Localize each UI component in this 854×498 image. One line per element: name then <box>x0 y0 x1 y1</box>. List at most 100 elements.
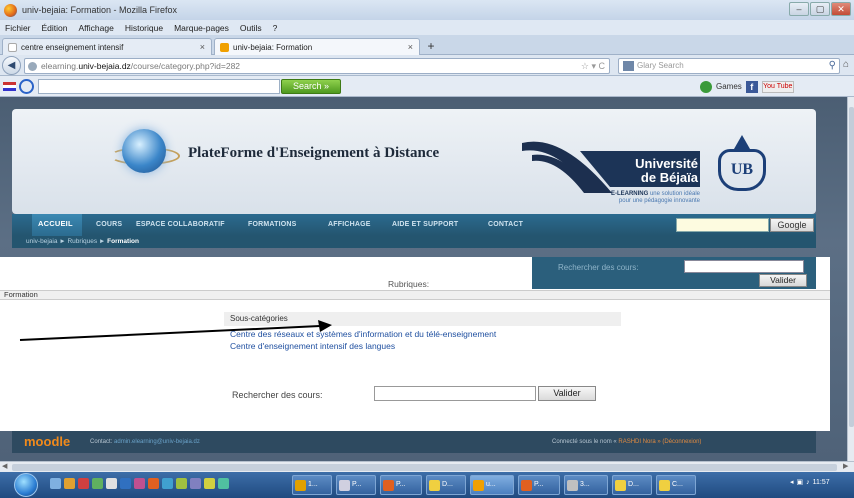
facebook-icon[interactable]: f <box>745 80 758 93</box>
globe-icon <box>122 129 166 173</box>
close-button[interactable]: ✕ <box>831 2 851 16</box>
taskbar-button[interactable]: D... <box>612 475 652 495</box>
tab-close-icon[interactable]: × <box>200 42 205 52</box>
menu-affichage[interactable]: Affichage <box>79 23 114 33</box>
menu-marque-pages[interactable]: Marque-pages <box>174 23 229 33</box>
menu-edition[interactable]: Édition <box>42 23 68 33</box>
quicklaunch-icon[interactable] <box>78 478 89 489</box>
toolbar-search-input[interactable] <box>38 79 280 94</box>
top-course-search: Rechercher des cours: Valider <box>532 257 816 289</box>
url-bar[interactable]: elearning.univ-bejaia.dz/course/category… <box>24 58 610 74</box>
firefox-icon <box>4 3 17 17</box>
games-label[interactable]: Games <box>716 82 742 91</box>
horizontal-scrollbar[interactable]: ◀ ▶ <box>0 461 854 472</box>
scroll-left-icon[interactable]: ◀ <box>2 462 7 470</box>
bookmark-reload-icons[interactable]: ☆ ▾ C <box>581 59 605 73</box>
breadcrumb-rubriques[interactable]: Rubriques <box>67 238 97 245</box>
addon-toolbar: Search » Games f You Tube <box>0 76 854 97</box>
tab-close-icon[interactable]: × <box>408 42 413 52</box>
ub-logo-top <box>734 135 750 149</box>
scroll-right-icon[interactable]: ▶ <box>843 462 848 470</box>
taskbar-button[interactable]: P... <box>380 475 422 495</box>
menu-fichier[interactable]: Fichier <box>5 23 31 33</box>
nav-formations[interactable]: FORMATIONS <box>248 221 297 228</box>
menu-help[interactable]: ? <box>273 23 278 33</box>
new-tab-button[interactable]: + <box>422 39 440 54</box>
url-prefix: elearning. <box>41 61 79 71</box>
platform-title: PlateForme d'Enseignement à Distance <box>188 145 440 161</box>
quicklaunch-icon[interactable] <box>148 478 159 489</box>
tab-centre-enseignement[interactable]: centre enseignement intensif × <box>2 38 212 55</box>
search-icon[interactable]: ⚲ <box>829 59 836 73</box>
taskbar-button[interactable]: C... <box>656 475 696 495</box>
nav-espace-collaboratif[interactable]: ESPACE COLLABORATIF <box>136 221 225 228</box>
quicklaunch-icon[interactable] <box>190 478 201 489</box>
games-icon[interactable] <box>700 80 712 93</box>
scrollbar-thumb[interactable] <box>849 107 854 427</box>
minimize-button[interactable]: – <box>789 2 809 16</box>
breadcrumb-home[interactable]: univ-bejaia <box>26 238 57 245</box>
course-search-button[interactable]: Valider <box>538 386 596 401</box>
taskbar-label: P... <box>534 481 544 488</box>
taskbar-button[interactable]: P... <box>518 475 560 495</box>
tray-arrow-icon[interactable]: ◂ <box>790 478 794 486</box>
nav-aide-et-support[interactable]: AIDE ET SUPPORT <box>392 221 458 228</box>
nav-contact[interactable]: CONTACT <box>488 221 523 228</box>
clock[interactable]: 11:57 <box>813 479 830 486</box>
quicklaunch-icon[interactable] <box>120 478 131 489</box>
moodle-logo[interactable]: moodle <box>24 434 70 449</box>
app-icon <box>339 480 350 491</box>
youtube-icon[interactable]: You Tube <box>761 80 794 93</box>
home-icon[interactable]: ⌂ <box>843 59 849 70</box>
search-box[interactable]: Glary Search ⚲ <box>618 58 840 74</box>
taskbar-button[interactable]: 1... <box>292 475 332 495</box>
menu-outils[interactable]: Outils <box>240 23 262 33</box>
network-icon[interactable]: ▣ <box>797 478 804 486</box>
top-search-input[interactable] <box>684 260 804 273</box>
moodle-favicon-icon <box>220 42 229 52</box>
logout-link[interactable]: » (Déconnexion) <box>656 439 701 445</box>
quicklaunch-icon[interactable] <box>162 478 173 489</box>
menu-historique[interactable]: Historique <box>125 23 163 33</box>
quicklaunch-icon[interactable] <box>64 478 75 489</box>
nav-cours[interactable]: COURS <box>96 221 122 228</box>
quicklaunch-icon[interactable] <box>106 478 117 489</box>
taskbar-button-active[interactable]: u... <box>470 475 514 495</box>
maximize-button[interactable]: ▢ <box>810 2 830 16</box>
quicklaunch-icon[interactable] <box>218 478 229 489</box>
page-footer: moodle Contact: admin.elearning@univ-bej… <box>12 431 816 453</box>
contact-email-link[interactable]: admin.elearning@univ-bejaia.dz <box>114 439 200 445</box>
taskbar-button[interactable]: 3... <box>564 475 608 495</box>
quicklaunch-icon[interactable] <box>176 478 187 489</box>
user-link[interactable]: RASHDI Nora <box>618 439 655 445</box>
start-button[interactable] <box>14 473 38 497</box>
quicklaunch-icon[interactable] <box>50 478 61 489</box>
google-search-button[interactable]: Google <box>770 218 814 232</box>
nav-affichage[interactable]: AFFICHAGE <box>328 221 371 228</box>
site-identity-icon[interactable] <box>28 62 37 71</box>
vertical-scrollbar[interactable] <box>847 97 854 461</box>
login-info: Connecté sous le nom « RASHDI Nora » (Dé… <box>552 439 701 445</box>
taskbar-button[interactable]: D... <box>426 475 466 495</box>
tab-univ-bejaia-formation[interactable]: univ-bejaia: Formation × <box>214 38 420 55</box>
subcategory-link-langues[interactable]: Centre d'enseignement intensif des langu… <box>230 341 395 351</box>
toolbar-logo-icon[interactable] <box>19 79 34 94</box>
nav-accueil[interactable]: ACCUEIL <box>38 219 73 228</box>
quicklaunch-icon[interactable] <box>134 478 145 489</box>
quicklaunch-icon[interactable] <box>204 478 215 489</box>
url-path: /course/category.php?id=282 <box>130 61 241 71</box>
url-domain: univ-bejaia.dz <box>78 61 131 71</box>
quicklaunch-icon[interactable] <box>92 478 103 489</box>
toolbar-shortcuts: Games f You Tube <box>700 79 794 94</box>
scrollbar-thumb[interactable] <box>12 464 837 471</box>
back-button[interactable]: ◀ <box>2 56 21 75</box>
top-search-button[interactable]: Valider <box>759 274 807 287</box>
flag-icon[interactable] <box>3 82 16 91</box>
taskbar-button[interactable]: P... <box>336 475 376 495</box>
toolbar-search-button[interactable]: Search » <box>281 79 341 94</box>
search-engine-icon[interactable] <box>623 60 634 71</box>
google-search-input[interactable] <box>676 218 769 232</box>
course-search-input[interactable] <box>374 386 536 401</box>
volume-icon[interactable]: ♪ <box>806 479 810 486</box>
footer-contact: Contact: admin.elearning@univ-bejaia.dz <box>90 439 200 445</box>
